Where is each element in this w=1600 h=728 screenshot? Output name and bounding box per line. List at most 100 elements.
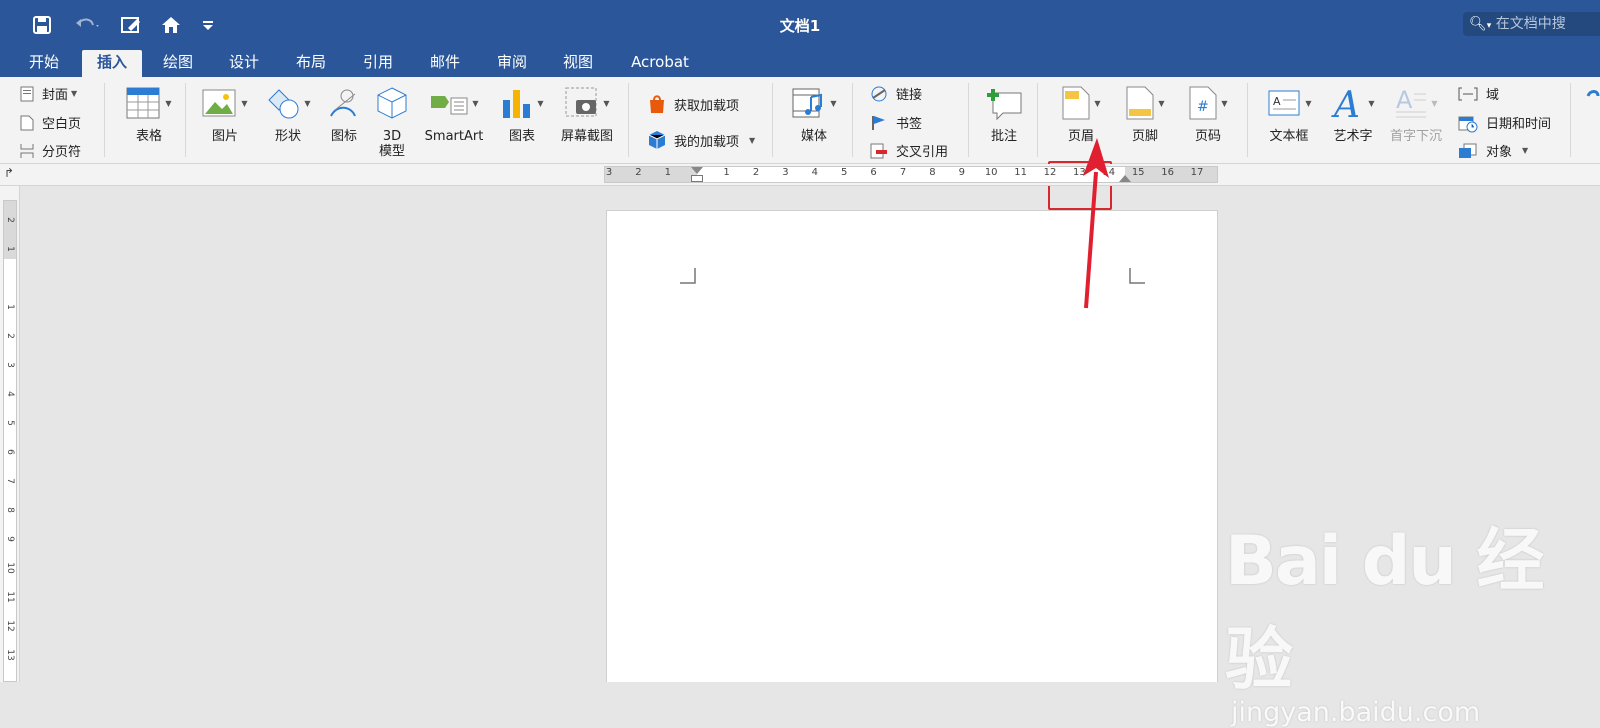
object-button[interactable]: 对象 ▼ bbox=[1458, 141, 1528, 160]
tab-design[interactable]: 设计 bbox=[216, 50, 272, 77]
vruler-number: 8 bbox=[5, 507, 15, 513]
ruler-number: 8 bbox=[929, 167, 936, 178]
search-icon: 🔍︎ bbox=[1469, 16, 1487, 32]
vertical-ruler[interactable]: 2 1 1 2 3 4 5 6 7 8 9 10 11 12 13 bbox=[3, 200, 17, 682]
tab-acrobat[interactable]: Acrobat bbox=[622, 50, 698, 77]
bookmark-button[interactable]: 书签 bbox=[870, 113, 922, 132]
textbox-button[interactable]: A ▼ 文本框 bbox=[1258, 83, 1320, 144]
tab-layout[interactable]: 布局 bbox=[283, 50, 339, 77]
link-icon bbox=[870, 86, 888, 102]
separator bbox=[1247, 83, 1248, 157]
field-icon bbox=[1458, 86, 1478, 102]
left-indent-marker[interactable] bbox=[691, 175, 703, 182]
table-button[interactable]: ▼ 表格 bbox=[118, 83, 180, 144]
dropcap-button[interactable]: A ▼ 首字下沉 bbox=[1385, 83, 1447, 144]
separator bbox=[772, 83, 773, 157]
ruler-number: 1 bbox=[664, 167, 671, 178]
vruler-number: 4 bbox=[5, 391, 15, 397]
first-line-indent-marker[interactable] bbox=[691, 167, 703, 174]
camera-icon: ▼ bbox=[564, 83, 610, 123]
tab-review[interactable]: 审阅 bbox=[484, 50, 540, 77]
right-indent-marker[interactable] bbox=[1119, 175, 1131, 182]
svg-text:#: # bbox=[1197, 99, 1209, 115]
tab-view[interactable]: 视图 bbox=[550, 50, 606, 77]
store-icon bbox=[648, 94, 666, 114]
cube-icon bbox=[375, 83, 409, 123]
datetime-button[interactable]: 日期和时间 bbox=[1458, 113, 1551, 132]
blank-page-button[interactable]: 空白页 bbox=[20, 113, 81, 132]
separator bbox=[1037, 83, 1038, 157]
ruler-number: 5 bbox=[841, 167, 848, 178]
search-box[interactable]: 🔍︎▾ 在文档中搜 bbox=[1463, 12, 1600, 36]
cross-reference-button[interactable]: 交叉引用 bbox=[870, 141, 948, 160]
field-button[interactable]: 域 bbox=[1458, 84, 1499, 103]
top-right-crop-mark bbox=[1129, 268, 1145, 284]
vruler-number: 6 bbox=[5, 449, 15, 455]
my-addins-button[interactable]: 我的加载项 ▼ bbox=[648, 130, 755, 150]
tab-references[interactable]: 引用 bbox=[350, 50, 406, 77]
table-icon: ▼ bbox=[126, 83, 172, 123]
header-button[interactable]: ▼ 页眉 bbox=[1052, 83, 1110, 144]
vruler-number: 11 bbox=[5, 591, 15, 603]
ruler-number: 2 bbox=[752, 167, 760, 178]
ribbon-insert: 封面 ▼ 空白页 分页符 ▼ 表格 ▼ 图片 ▼ 形状 图标 3D 模型 ▼ Sm… bbox=[0, 77, 1600, 210]
ruler-number: 6 bbox=[870, 167, 877, 178]
icons-button[interactable]: 图标 bbox=[322, 83, 366, 144]
tab-insert[interactable]: 插入 bbox=[82, 50, 142, 77]
vruler-number: 2 bbox=[5, 217, 15, 223]
horizontal-ruler-bar: ↱ 3 2 1 1 2 3 4 5 6 7 8 9 10 11 12 13 14 15 16 17 bbox=[0, 164, 1600, 186]
title-bar: 文档1 🔍︎▾ 在文档中搜 bbox=[0, 0, 1600, 50]
cube-addin-icon bbox=[648, 130, 666, 150]
separator bbox=[968, 83, 969, 157]
flag-icon bbox=[870, 115, 888, 131]
ruler-number: 12 bbox=[1043, 167, 1057, 178]
page-number-button[interactable]: # ▼ 页码 bbox=[1180, 83, 1236, 144]
vruler-number: 1 bbox=[5, 304, 15, 310]
document-page[interactable] bbox=[606, 210, 1218, 682]
page-break-icon bbox=[20, 143, 34, 159]
svg-text:A: A bbox=[1396, 86, 1413, 114]
shapes-button[interactable]: ▼ 形状 bbox=[259, 83, 317, 144]
ruler-number: 7 bbox=[899, 167, 907, 178]
footer-icon: ▼ bbox=[1125, 83, 1165, 123]
media-button[interactable]: ▼ 媒体 bbox=[786, 83, 842, 144]
chart-button[interactable]: ▼ 图表 bbox=[496, 83, 548, 144]
link-button[interactable]: 链接 bbox=[870, 84, 922, 103]
ruler-number: 10 bbox=[984, 167, 998, 178]
tab-selector-icon[interactable]: ↱ bbox=[4, 166, 14, 180]
picture-icon: ▼ bbox=[202, 83, 248, 123]
blank-page-icon bbox=[20, 115, 34, 131]
vruler-number: 3 bbox=[5, 362, 15, 368]
tab-mailings[interactable]: 邮件 bbox=[417, 50, 473, 77]
smartart-button[interactable]: ▼ SmartArt bbox=[418, 83, 490, 144]
separator bbox=[104, 83, 105, 157]
footer-button[interactable]: ▼ 页脚 bbox=[1118, 83, 1172, 144]
chart-icon: ▼ bbox=[500, 83, 544, 123]
equation-button[interactable] bbox=[1582, 83, 1600, 123]
page-break-button[interactable]: 分页符 bbox=[20, 141, 81, 160]
cover-page-button[interactable]: 封面 ▼ bbox=[20, 84, 77, 103]
watermark-logo: Bai du 经验 bbox=[1225, 522, 1544, 700]
screenshot-button[interactable]: ▼ 屏幕截图 bbox=[556, 83, 618, 144]
ruler-number: 1 bbox=[723, 167, 730, 178]
wordart-button[interactable]: A ▼ 艺术字 bbox=[1325, 83, 1381, 144]
horizontal-ruler[interactable]: 3 2 1 1 2 3 4 5 6 7 8 9 10 11 12 13 14 15 16 17 bbox=[604, 166, 1218, 183]
tab-draw[interactable]: 绘图 bbox=[150, 50, 206, 77]
separator bbox=[1570, 83, 1571, 157]
picture-button[interactable]: ▼ 图片 bbox=[196, 83, 254, 144]
object-icon bbox=[1458, 143, 1478, 159]
ruler-number: 16 bbox=[1161, 167, 1174, 178]
baidu-watermark: Bai du 经验 jingyan.baidu.com bbox=[1225, 505, 1600, 728]
svg-text:A: A bbox=[1273, 95, 1281, 108]
vruler-number: 7 bbox=[5, 478, 15, 484]
comment-icon bbox=[985, 83, 1023, 123]
wordart-icon: A ▼ bbox=[1331, 83, 1374, 123]
separator bbox=[185, 83, 186, 157]
vruler-number: 1 bbox=[5, 246, 15, 252]
get-addins-button[interactable]: 获取加载项 bbox=[648, 94, 739, 114]
separator bbox=[852, 83, 853, 157]
comment-button[interactable]: 批注 bbox=[980, 83, 1028, 144]
ruler-number: 3 bbox=[605, 167, 613, 178]
3d-model-button[interactable]: 3D 模型 bbox=[372, 83, 412, 159]
tab-home[interactable]: 开始 bbox=[16, 50, 72, 77]
